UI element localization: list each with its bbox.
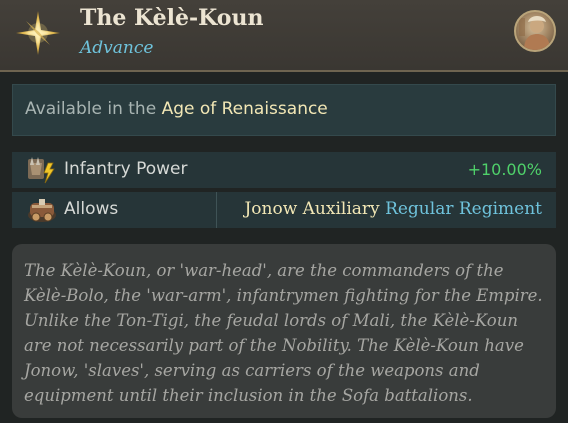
portrait-avatar[interactable] xyxy=(514,10,556,52)
availability-box: Available in the Age of Renaissance xyxy=(12,84,556,136)
unit-link-jonow-auxiliary[interactable]: Jonow Auxiliary xyxy=(244,199,379,219)
advance-title: The Kèlè-Koun xyxy=(80,5,264,31)
description-box: The Kèlè-Koun, or 'war-head', are the co… xyxy=(12,244,556,418)
tooltip-header: The Kèlè-Koun Advance xyxy=(0,0,568,72)
modifier-value: +10.00% xyxy=(467,160,542,179)
row-divider xyxy=(216,192,217,228)
modifier-row-allows: Allows Jonow Auxiliary Regular Regiment xyxy=(12,192,556,228)
age-link[interactable]: Age of Renaissance xyxy=(162,99,328,119)
availability-prefix: Available in the xyxy=(25,99,162,119)
allows-links: Jonow Auxiliary Regular Regiment xyxy=(244,199,542,219)
portrait-figure-icon xyxy=(519,16,550,50)
modifier-row-infantry-power: Infantry Power +10.00% xyxy=(12,152,556,188)
unit-unlock-icon xyxy=(28,199,56,222)
unit-link-regular-regiment[interactable]: Regular Regiment xyxy=(385,199,542,219)
compass-star-icon xyxy=(16,11,60,55)
infantry-power-icon xyxy=(28,157,55,184)
modifier-label: Allows xyxy=(64,199,119,219)
availability-text: Available in the Age of Renaissance xyxy=(25,99,328,119)
description-text: The Kèlè-Koun, or 'war-head', are the co… xyxy=(24,261,543,405)
modifier-label: Infantry Power xyxy=(64,159,188,179)
advance-type-label: Advance xyxy=(80,38,154,58)
